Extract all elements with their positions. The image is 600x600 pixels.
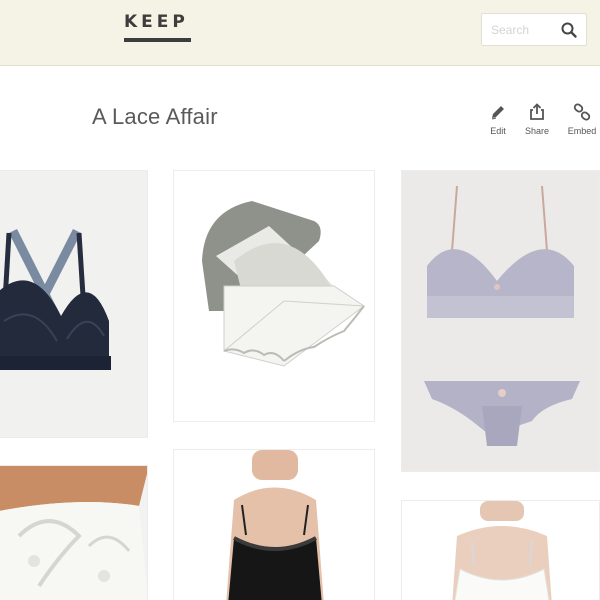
logo-text: KEEP: [124, 12, 189, 32]
logo-underline: [124, 38, 191, 42]
share-button[interactable]: Share: [517, 102, 557, 140]
edit-label: Edit: [490, 126, 506, 136]
pencil-icon: [478, 102, 518, 122]
embed-label: Embed: [567, 126, 597, 136]
product-card[interactable]: [0, 170, 148, 438]
product-card[interactable]: [173, 449, 375, 600]
share-icon: [517, 102, 557, 122]
top-header: KEEP: [0, 0, 600, 66]
product-image: [174, 450, 374, 600]
product-card[interactable]: [401, 500, 600, 600]
search-input[interactable]: [482, 14, 558, 45]
edit-button[interactable]: Edit: [478, 102, 518, 140]
collection-title: A Lace Affair: [92, 104, 218, 129]
product-image: [0, 466, 147, 600]
keep-logo[interactable]: KEEP: [124, 12, 192, 46]
product-card[interactable]: [173, 170, 375, 422]
product-image: [402, 171, 599, 471]
product-card[interactable]: [401, 170, 600, 472]
search-icon[interactable]: [560, 21, 578, 39]
product-image: [0, 171, 147, 437]
search-box: [481, 13, 587, 46]
product-card[interactable]: [0, 465, 148, 600]
share-label: Share: [524, 126, 550, 136]
link-icon: [562, 102, 600, 122]
product-image: [174, 171, 374, 421]
embed-button[interactable]: Embed: [562, 102, 600, 140]
product-image: [402, 501, 599, 600]
